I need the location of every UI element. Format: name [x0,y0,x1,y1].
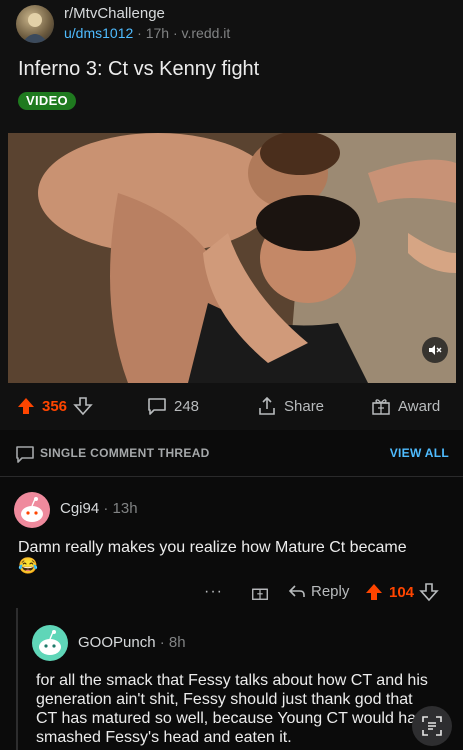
video-badge: VIDEO [18,92,76,110]
scan-text-button[interactable] [412,706,452,746]
snoo-avatar-icon [39,630,61,655]
video-player[interactable] [8,133,456,383]
comment-count: 248 [174,397,200,415]
comment-body: for all the smack that Fessy talks about… [36,672,433,746]
upvote-count: 356 [42,397,68,415]
post-meta: u/dms1012 · 17h · v.redd.it [64,25,231,41]
gift-icon[interactable] [250,582,270,602]
reply-button[interactable]: Reply [288,582,349,600]
post-age: 17h [145,25,170,41]
comment-author[interactable]: GOOPunch [78,634,156,651]
comment-author[interactable]: Cgi94 [60,500,99,517]
comment-vote-group: 104 [364,582,439,602]
mute-button[interactable] [422,337,448,363]
video-frame [8,133,456,383]
upvote-icon[interactable] [16,396,36,416]
award-button[interactable]: Award [370,388,440,424]
text-scan-icon [422,716,442,736]
emoji-laughing: 😂 [18,558,38,575]
thread-label: SINGLE COMMENT THREAD [40,446,210,460]
comment-age: 13h [112,500,138,517]
share-button[interactable]: Share [256,388,324,424]
comment-body: Damn really makes you realize how Mature… [18,538,448,576]
snoo-avatar-icon [21,497,43,522]
comment-age: 8h [168,634,186,651]
vote-group: 356 [16,388,93,424]
avatar[interactable] [14,492,50,528]
comment-author-row: GOOPunch · 8h [78,634,186,651]
divider [0,476,463,477]
post-card: r/MtvChallenge u/dms1012 · 17h · v.redd.… [0,0,463,430]
subreddit-name[interactable]: r/MtvChallenge [64,5,165,22]
gift-icon [372,399,390,415]
downvote-icon[interactable] [419,582,439,602]
thread-indent-line[interactable] [16,608,18,750]
avatar[interactable] [32,625,68,661]
post-action-bar: 356 248 Share Award [0,388,463,424]
view-all-link[interactable]: VIEW ALL [390,446,449,460]
post-domain[interactable]: v.redd.it [182,25,231,41]
comment-text: Damn really makes you realize how Mature… [18,539,407,556]
comment-author-row: Cgi94 · 13h [60,500,138,517]
post-author[interactable]: u/dms1012 [64,25,133,41]
more-options-button[interactable]: ··· [204,583,223,601]
post-title[interactable]: Inferno 3: Ct vs Kenny fight [18,58,259,81]
award-label: Award [398,397,441,415]
reply-icon [288,585,305,597]
comments-button[interactable]: 248 [146,388,199,424]
subreddit-avatar[interactable] [16,5,54,43]
share-label: Share [284,397,325,415]
downvote-icon[interactable] [73,396,93,416]
reply-label: Reply [311,582,350,600]
single-thread-bar: SINGLE COMMENT THREAD VIEW ALL [0,430,463,476]
speaker-muted-icon [429,345,442,355]
share-icon [259,396,275,415]
comment-vote-count: 104 [389,583,415,601]
comment-icon [148,398,166,415]
comment-thread-icon [16,446,34,463]
upvote-icon[interactable] [364,582,384,602]
